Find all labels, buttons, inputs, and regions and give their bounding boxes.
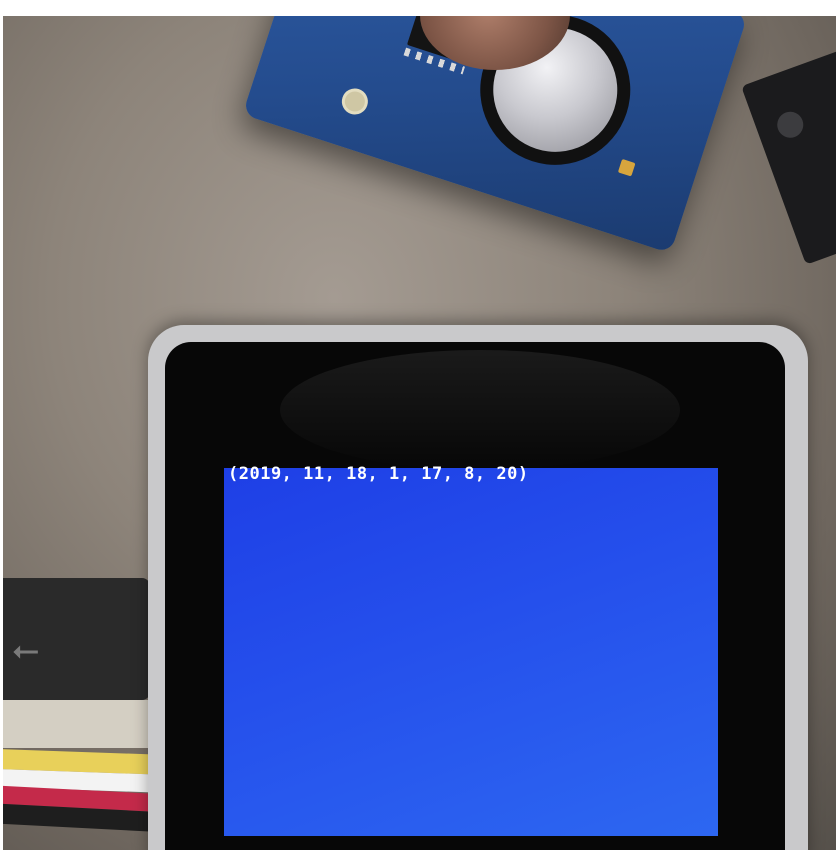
top-border	[0, 0, 836, 16]
corner-device	[741, 45, 836, 265]
lcd-screen	[224, 468, 718, 836]
datetime-readout: (2019, 11, 18, 1, 17, 8, 20)	[228, 464, 529, 484]
corner-device-button	[773, 108, 807, 142]
photo-scene: ⭠ (2019, 11, 18, 1, 17, 8, 20)	[0, 0, 836, 850]
left-border	[0, 0, 3, 850]
screen-glare	[280, 350, 680, 470]
mounting-hole	[338, 85, 372, 118]
usb-icon: ⭠	[12, 630, 40, 670]
cable-sheath	[0, 700, 170, 748]
solder-pad	[617, 158, 636, 177]
